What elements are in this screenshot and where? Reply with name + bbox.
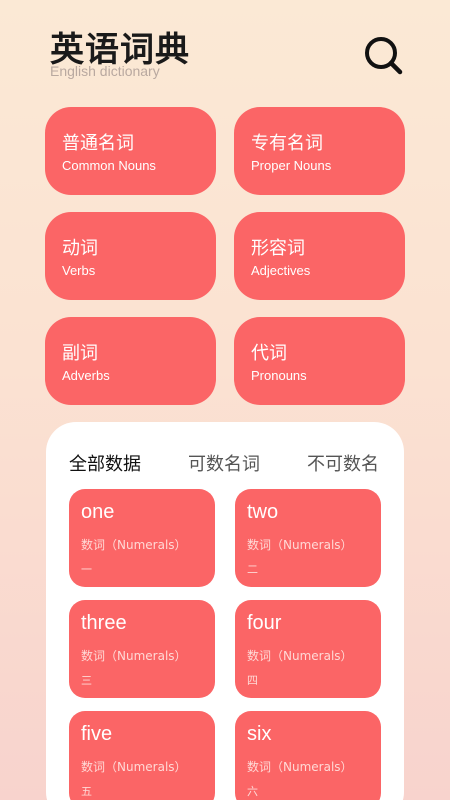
word-card-five[interactable]: five 数词（Numerals） 五: [69, 711, 215, 800]
category-proper-nouns[interactable]: 专有名词 Proper Nouns: [234, 107, 405, 195]
word-list-panel: 全部数据 可数名词 不可数名 one 数词（Numerals） 一 two 数词…: [46, 422, 404, 800]
word-type: 数词（Numerals）: [81, 538, 187, 552]
word-type: 数词（Numerals）: [81, 649, 187, 663]
category-label-en: Adverbs: [62, 368, 110, 383]
category-adjectives[interactable]: 形容词 Adjectives: [234, 212, 405, 300]
word-card-six[interactable]: six 数词（Numerals） 六: [235, 711, 381, 800]
word-card-two[interactable]: two 数词（Numerals） 二: [235, 489, 381, 587]
category-label-en: Proper Nouns: [251, 158, 332, 173]
word-text: four: [247, 612, 282, 634]
search-icon: [365, 37, 403, 75]
word-card-three[interactable]: three 数词（Numerals） 三: [69, 600, 215, 698]
word-type: 数词（Numerals）: [247, 538, 353, 552]
word-type: 数词（Numerals）: [247, 760, 353, 774]
category-label-zh: 动词: [62, 238, 98, 259]
category-label-zh: 代词: [251, 343, 287, 364]
category-label-zh: 副词: [62, 343, 98, 364]
word-type: 数词（Numerals）: [81, 760, 187, 774]
category-common-nouns[interactable]: 普通名词 Common Nouns: [45, 107, 216, 195]
word-meaning: 四: [247, 674, 258, 687]
word-meaning: 六: [247, 785, 258, 798]
word-text: five: [81, 723, 113, 745]
category-label-en: Verbs: [62, 263, 96, 278]
word-card-four[interactable]: four 数词（Numerals） 四: [235, 600, 381, 698]
word-text: three: [81, 612, 127, 634]
category-adverbs[interactable]: 副词 Adverbs: [45, 317, 216, 405]
filter-tabs: 全部数据 可数名词 不可数名: [46, 422, 404, 482]
header: 英语词典 English dictionary: [0, 0, 450, 100]
category-label-zh: 普通名词: [62, 133, 134, 154]
category-label-en: Common Nouns: [62, 158, 156, 173]
category-label-en: Adjectives: [251, 263, 311, 278]
word-meaning: 一: [81, 563, 92, 576]
category-verbs[interactable]: 动词 Verbs: [45, 212, 216, 300]
word-text: one: [81, 501, 115, 523]
app-subtitle: English dictionary: [50, 63, 160, 79]
category-label-zh: 专有名词: [251, 133, 323, 154]
word-meaning: 二: [247, 563, 258, 576]
tab-uncountable-nouns[interactable]: 不可数名: [307, 450, 379, 476]
word-meaning: 三: [81, 674, 92, 687]
category-label-zh: 形容词: [251, 238, 305, 259]
tab-all-data[interactable]: 全部数据: [69, 450, 141, 476]
category-pronouns[interactable]: 代词 Pronouns: [234, 317, 405, 405]
word-text: two: [247, 501, 279, 523]
category-label-en: Pronouns: [251, 368, 307, 383]
word-meaning: 五: [81, 785, 92, 798]
word-type: 数词（Numerals）: [247, 649, 353, 663]
tab-countable-nouns[interactable]: 可数名词: [188, 450, 260, 476]
word-text: six: [247, 723, 272, 745]
search-button[interactable]: [362, 34, 404, 76]
word-card-one[interactable]: one 数词（Numerals） 一: [69, 489, 215, 587]
